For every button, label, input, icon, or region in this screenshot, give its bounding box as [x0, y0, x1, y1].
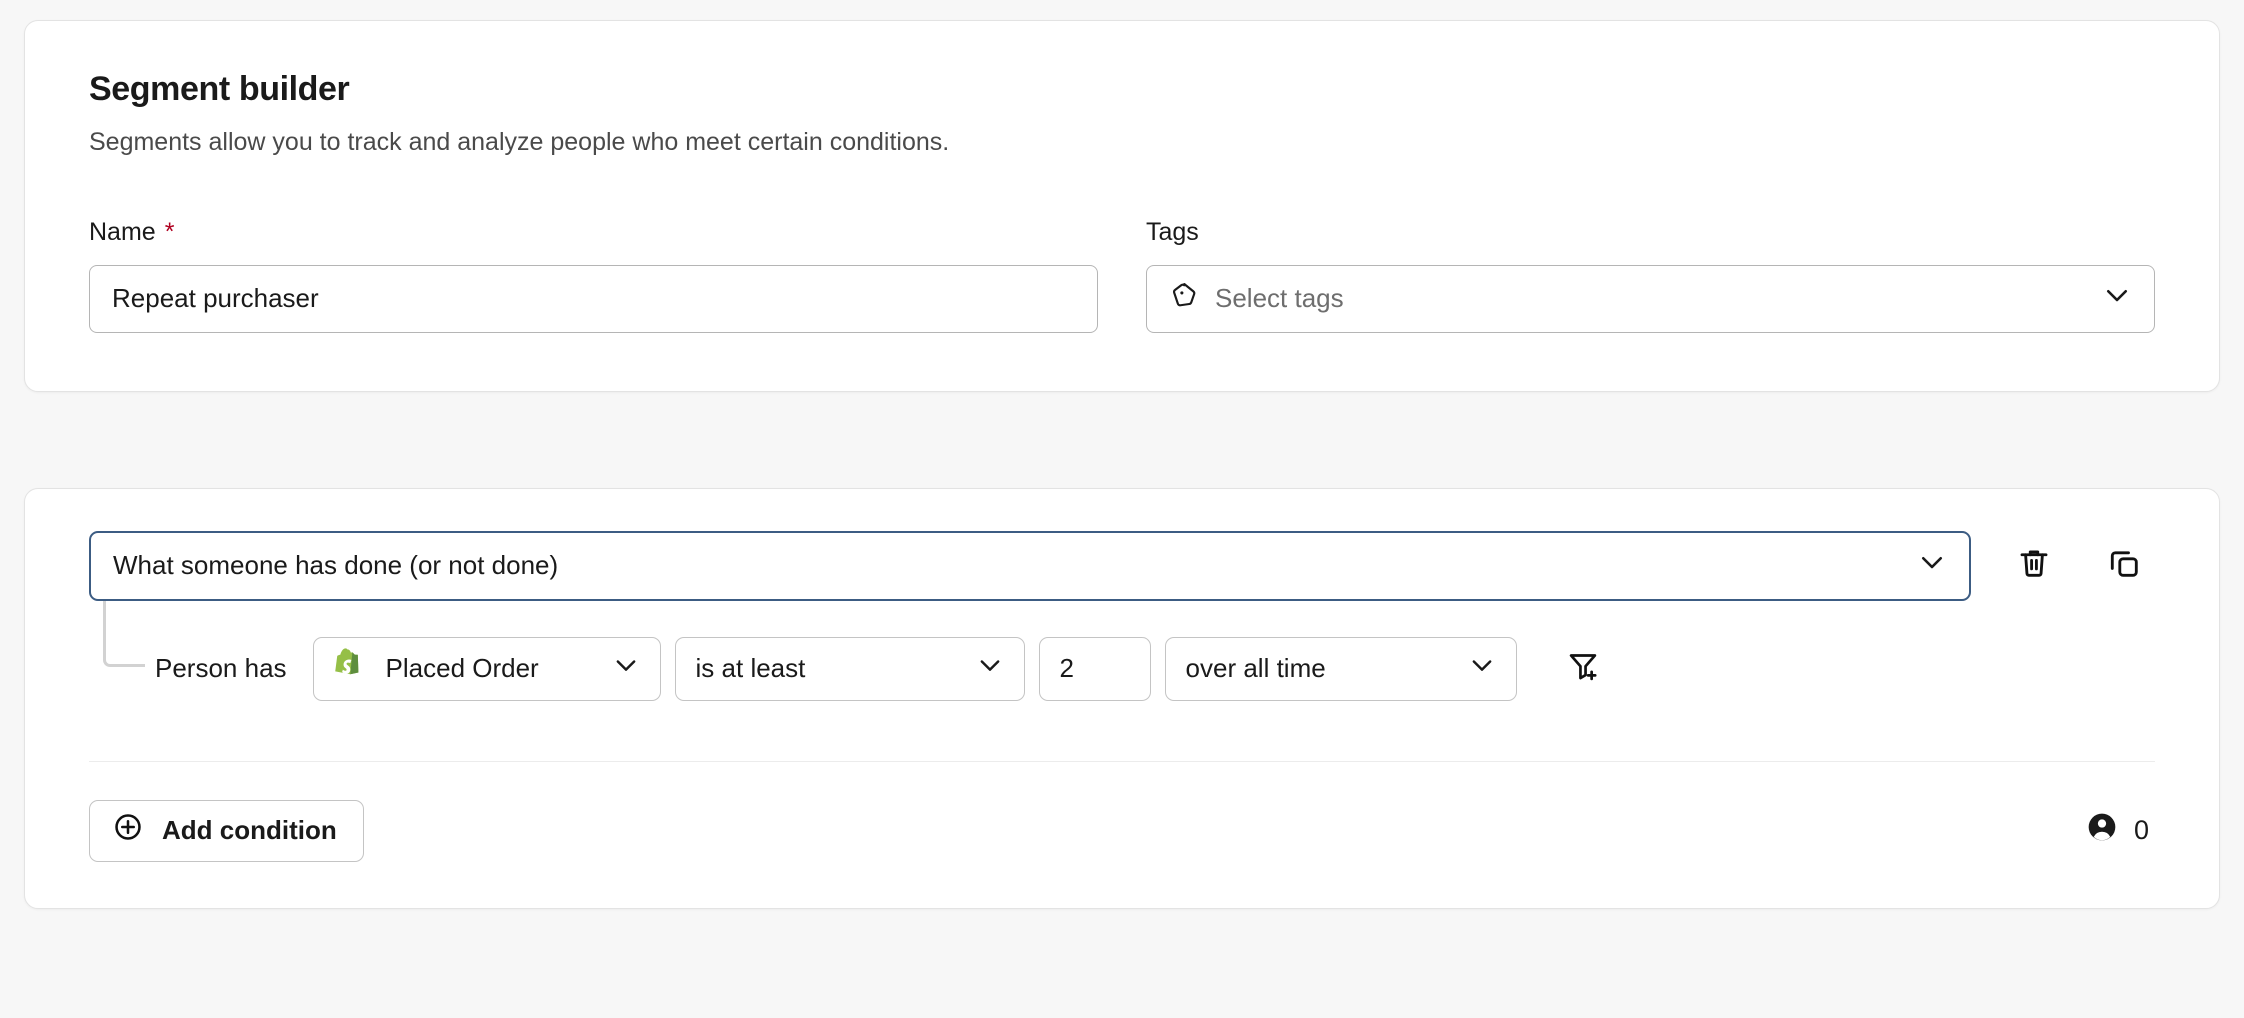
plus-circle-icon [112, 811, 144, 850]
tag-icon [1169, 280, 1199, 317]
tags-placeholder: Select tags [1215, 283, 1344, 314]
condition-group: What someone has done (or not done) [89, 531, 2155, 701]
condition-type-value: What someone has done (or not done) [113, 550, 558, 581]
segment-builder-page: Segment builder Segments allow you to tr… [0, 0, 2244, 1018]
name-label-row: Name * [89, 218, 1098, 247]
tags-field-group: Tags Select tags [1146, 218, 2155, 333]
builder-footer: Add condition 0 [89, 762, 2155, 908]
name-label: Name [89, 218, 156, 247]
page-subtitle: Segments allow you to track and analyze … [89, 126, 2155, 160]
segment-name-input[interactable]: Repeat purchaser [89, 265, 1098, 333]
details-fields: Name * Repeat purchaser Tags [89, 218, 2155, 333]
duplicate-condition-button[interactable] [2093, 535, 2155, 597]
tags-label: Tags [1146, 218, 1199, 247]
segment-details-card: Segment builder Segments allow you to tr… [24, 20, 2220, 392]
shopify-icon [334, 648, 368, 689]
operator-select-content: is at least [696, 653, 806, 684]
amount-input[interactable]: 2 [1039, 637, 1151, 701]
copy-icon [2106, 545, 2142, 586]
operator-value: is at least [696, 653, 806, 684]
chevron-down-icon [976, 651, 1004, 686]
metric-value: Placed Order [386, 653, 539, 684]
chevron-down-icon [2102, 280, 2132, 317]
tags-label-row: Tags [1146, 218, 2155, 247]
segment-name-value: Repeat purchaser [112, 283, 319, 314]
page-title: Segment builder [89, 69, 2155, 110]
metric-select-content: Placed Order [334, 648, 539, 689]
filter-add-icon [1566, 649, 1600, 688]
condition-group-header: What someone has done (or not done) [89, 531, 2155, 601]
condition-prefix-label: Person has [155, 653, 287, 684]
condition-type-select[interactable]: What someone has done (or not done) [89, 531, 1971, 601]
people-count-value: 0 [2134, 815, 2149, 846]
delete-condition-button[interactable] [2003, 535, 2065, 597]
add-filter-button[interactable] [1555, 641, 1611, 697]
person-icon [2086, 811, 2118, 850]
timeframe-select[interactable]: over all time [1165, 637, 1517, 701]
amount-value: 2 [1060, 653, 1074, 684]
trash-icon [2016, 545, 2052, 586]
condition-row: Person has Placed Order [89, 637, 2155, 701]
required-asterisk-icon: * [165, 220, 175, 245]
add-condition-label: Add condition [162, 815, 337, 846]
timeframe-select-content: over all time [1186, 653, 1326, 684]
timeframe-value: over all time [1186, 653, 1326, 684]
operator-select[interactable]: is at least [675, 637, 1025, 701]
name-field-group: Name * Repeat purchaser [89, 218, 1098, 333]
chevron-down-icon [612, 651, 640, 686]
condition-connector-line [103, 601, 145, 667]
tags-select-content: Select tags [1169, 280, 1344, 317]
add-condition-button[interactable]: Add condition [89, 800, 364, 862]
people-count-indicator: 0 [2086, 811, 2155, 850]
condition-builder-card: What someone has done (or not done) [24, 488, 2220, 909]
metric-select[interactable]: Placed Order [313, 637, 661, 701]
tags-select[interactable]: Select tags [1146, 265, 2155, 333]
chevron-down-icon [1468, 651, 1496, 686]
chevron-down-icon [1917, 547, 1947, 584]
